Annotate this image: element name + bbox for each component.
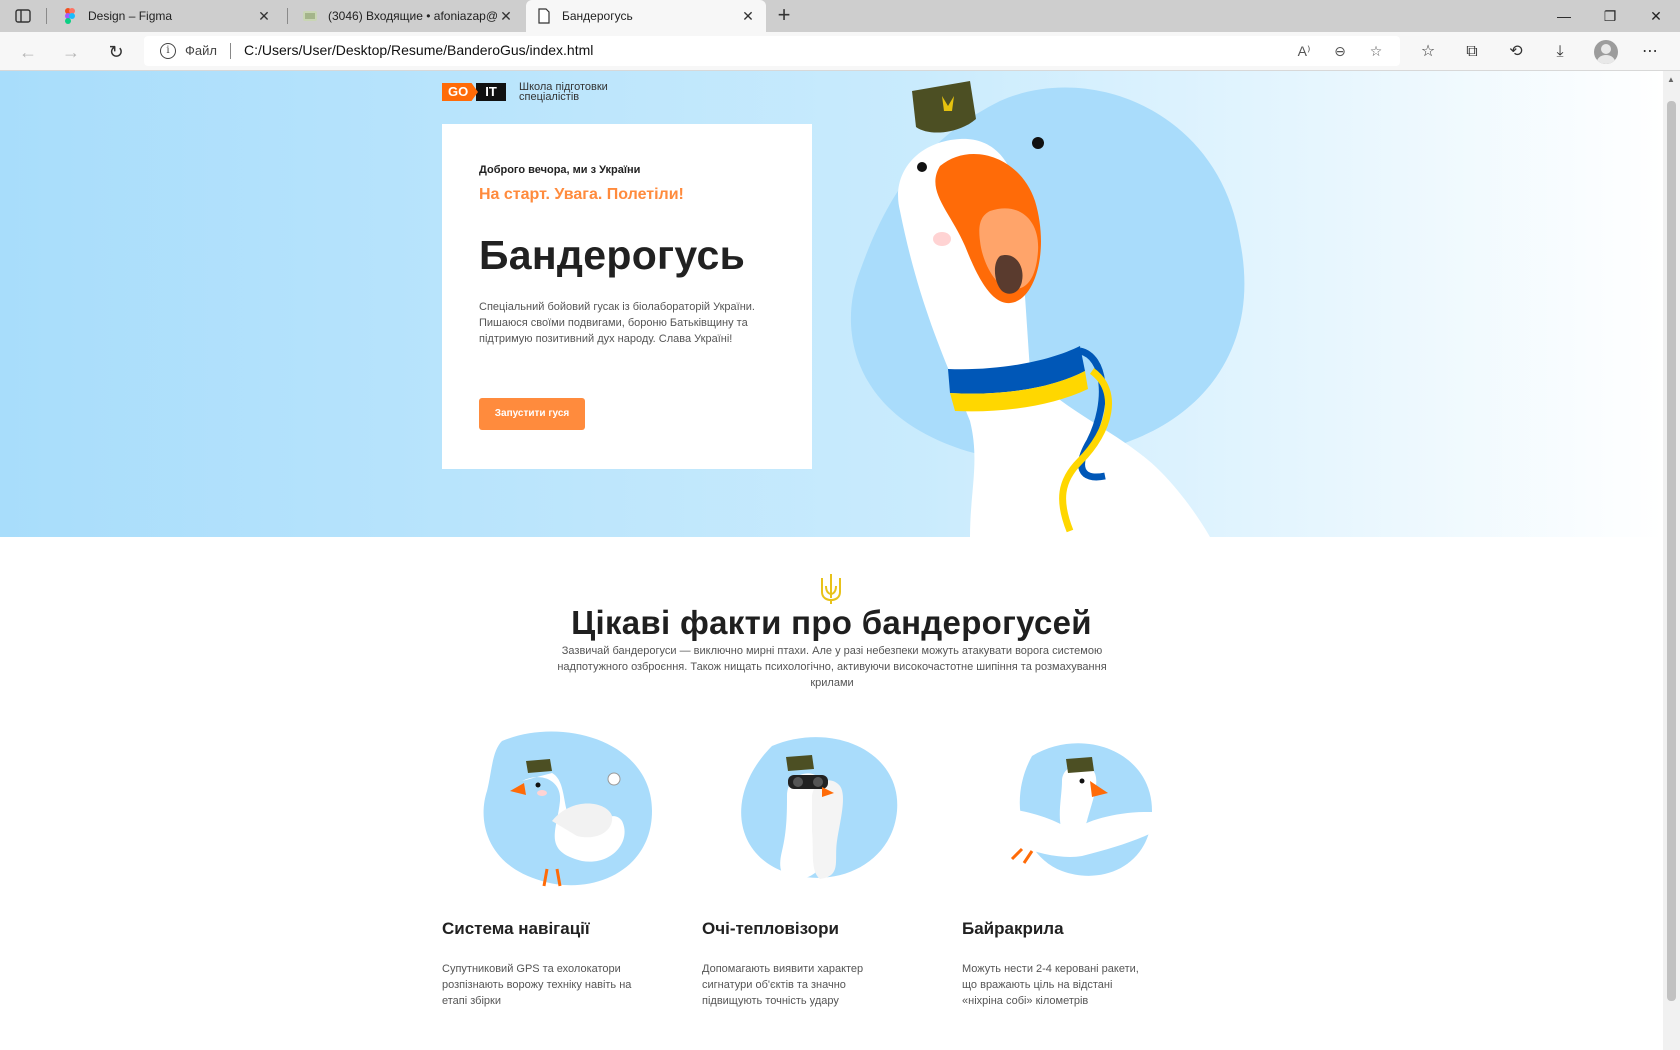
forward-icon[interactable]: →: [59, 40, 83, 64]
goit-logo[interactable]: GO IT Школа підготовки спеціалістів: [442, 81, 629, 103]
logo-go: GO: [442, 83, 478, 101]
info-icon[interactable]: i: [160, 43, 176, 59]
zoom-out-icon[interactable]: ⊖: [1330, 41, 1350, 61]
scroll-up-icon[interactable]: ▲: [1667, 75, 1675, 84]
close-window-icon[interactable]: ✕: [1633, 0, 1679, 32]
close-tab-icon[interactable]: ✕: [256, 8, 272, 24]
tab-title: Design – Figma: [88, 9, 173, 23]
back-icon[interactable]: ←: [16, 40, 40, 64]
mail-icon: [303, 11, 317, 21]
settings-more-icon[interactable]: ⋯: [1638, 40, 1662, 64]
new-tab-icon[interactable]: +: [772, 4, 796, 28]
read-aloud-icon[interactable]: A⁾: [1294, 41, 1314, 61]
address-bar[interactable]: i Файл C:/Users/User/Desktop/Resume/Band…: [144, 36, 1400, 66]
downloads-icon[interactable]: ⤓: [1548, 40, 1572, 64]
page-icon: [538, 8, 550, 24]
hero-subtitle: На старт. Увага. Полетіли!: [479, 186, 684, 203]
goose-navigation-icon: [483, 731, 652, 887]
tab-actions-icon[interactable]: [14, 7, 32, 25]
close-tab-icon[interactable]: ✕: [498, 8, 514, 24]
feature-text: Можуть нести 2-4 керовані ракети, що вра…: [962, 963, 1139, 1007]
collections-icon[interactable]: ⧉: [1460, 40, 1484, 64]
tab-mail[interactable]: (3046) Входящие • afoniazap@u ✕: [292, 0, 524, 32]
vertical-scrollbar[interactable]: ▲: [1663, 71, 1680, 1050]
reload-icon[interactable]: ↻: [104, 40, 128, 64]
goose-wings-icon: [962, 743, 1182, 876]
hero-description: Спеціальний бойовий гусак із біолаборато…: [479, 301, 755, 345]
browser-window: Design – Figma ✕ (3046) Входящие • afoni…: [0, 0, 1680, 1050]
page-viewport: GO IT Школа підготовки спеціалістів Добр…: [0, 71, 1663, 1050]
tab-title: Бандерогусь: [562, 9, 633, 23]
tab-strip: Design – Figma ✕ (3046) Входящие • afoni…: [0, 0, 1680, 32]
hero-card: Доброго вечора, ми з України На старт. У…: [442, 124, 812, 469]
favorites-icon[interactable]: ☆: [1416, 40, 1440, 64]
figma-icon: [65, 8, 75, 24]
logo-tagline: Школа підготовки спеціалістів: [519, 81, 608, 103]
profile-avatar[interactable]: [1594, 40, 1618, 64]
url-text[interactable]: C:/Users/User/Desktop/Resume/BanderoGus/…: [244, 42, 593, 58]
feature-text: Супутниковий GPS та ехолокатори розпізна…: [442, 963, 632, 1007]
goose-binoculars-icon: [741, 737, 898, 880]
facts-title: Цікаві факти про бандерогусей: [571, 604, 1092, 641]
hero-section: GO IT Школа підготовки спеціалістів Добр…: [0, 71, 1663, 537]
tab-figma[interactable]: Design – Figma ✕: [52, 0, 282, 32]
goose-illustration: [850, 81, 1245, 537]
scheme-label: Файл: [185, 43, 217, 58]
hero-title: Бандерогусь: [479, 232, 746, 278]
scroll-thumb[interactable]: [1667, 101, 1676, 1001]
feature-title: Байракрила: [962, 919, 1064, 938]
logo-it: IT: [476, 83, 506, 101]
tab-title: (3046) Входящие • afoniazap@u: [328, 9, 498, 23]
facts-description: Зазвичай бандерогуси — виключно мирні пт…: [557, 645, 1107, 689]
history-icon[interactable]: ⟲: [1504, 40, 1528, 64]
restore-icon[interactable]: ❐: [1587, 0, 1633, 32]
hero-greeting: Доброго вечора, ми з України: [479, 164, 641, 176]
trident-icon: [821, 574, 841, 604]
add-favorite-icon[interactable]: ☆: [1366, 41, 1386, 61]
feature-title: Очі-тепловізори: [702, 919, 839, 938]
minimize-icon[interactable]: —: [1541, 0, 1587, 32]
address-toolbar: ← → ↻ i Файл C:/Users/User/Desktop/Resum…: [0, 32, 1680, 71]
tab-banderogus[interactable]: Бандерогусь ✕: [526, 0, 766, 32]
feature-title: Система навігації: [442, 919, 590, 938]
feature-text: Допомагають виявити характер сигнатури о…: [702, 963, 864, 1007]
close-tab-icon[interactable]: ✕: [740, 8, 756, 24]
launch-goose-button[interactable]: Запустити гуся: [479, 398, 585, 430]
